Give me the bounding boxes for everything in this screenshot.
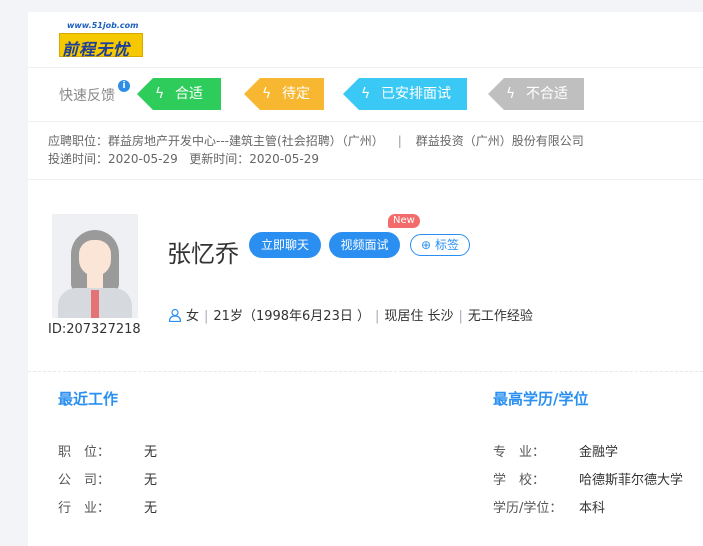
divider: | — [458, 309, 463, 324]
feedback-unsuitable-button[interactable]: ϟ 不合适 — [488, 78, 584, 110]
update-label: 更新时间： — [189, 152, 250, 166]
divider: | — [397, 134, 402, 148]
logo-box: 前程无忧 — [59, 33, 143, 59]
lightning-icon: ϟ — [506, 86, 516, 102]
resume-card: www.51job.com 前程无忧 快速反馈 i ϟ 合适 ϟ 待定 ϟ 已安… — [28, 12, 703, 546]
feedback-suitable-button[interactable]: ϟ 合适 — [137, 78, 221, 110]
application-info: 应聘职位：群益房地产开发中心---建筑主管(社会招聘）（广州） | 群益投资（广州）… — [28, 122, 703, 180]
feedback-pending-button[interactable]: ϟ 待定 — [244, 78, 324, 110]
avatar — [52, 214, 138, 318]
add-tag-label: 标签 — [434, 238, 459, 252]
info-icon[interactable]: i — [118, 80, 130, 92]
chat-now-button[interactable]: 立即聊天 — [249, 232, 321, 258]
header: www.51job.com 前程无忧 — [28, 12, 703, 68]
logo-url: www.51job.com — [67, 21, 139, 30]
position-line: 应聘职位：群益房地产开发中心---建筑主管(社会招聘）（广州） | 群益投资（广州）… — [48, 132, 584, 149]
row-label: 职 位： — [58, 445, 111, 460]
row-label: 行 业： — [58, 501, 111, 516]
education-title: 最高学历/学位 — [493, 390, 589, 408]
residence: 现居住 长沙 — [384, 309, 454, 324]
row-value: 无 — [144, 473, 158, 488]
feedback-tag-label: 合适 — [175, 86, 203, 102]
position-value[interactable]: 群益房地产开发中心---建筑主管(社会招聘）（广州） — [108, 134, 384, 148]
row-value: 哈德斯菲尔德大学 — [579, 473, 684, 488]
recent-work-row: 公 司： 无 — [58, 469, 157, 488]
company-value[interactable]: 群益投资（广州）股份有限公司 — [416, 134, 584, 148]
feedback-tag-label: 已安排面试 — [381, 86, 451, 102]
row-label: 学历/学位： — [493, 501, 563, 516]
video-interview-button[interactable]: 视频面试 — [329, 232, 400, 258]
add-tag-button[interactable]: ⊕ 标签 — [410, 234, 470, 256]
education-row: 学历/学位： 本科 — [493, 497, 605, 516]
row-value: 金融学 — [579, 445, 619, 460]
recent-work-row: 职 位： 无 — [58, 441, 157, 460]
row-label: 公 司： — [58, 473, 111, 488]
user-icon — [168, 308, 182, 322]
age: 21岁（1998年6月23日 ） — [213, 309, 370, 324]
row-value: 无 — [144, 501, 158, 516]
row-label: 专 业： — [493, 445, 546, 460]
lightning-icon: ϟ — [361, 86, 371, 102]
profile-section: ID:207327218 张忆乔 立即聊天 视频面试 New ⊕ 标签 女 | 21… — [28, 180, 703, 372]
gender: 女 — [186, 309, 200, 324]
recent-work-title: 最近工作 — [58, 390, 119, 408]
feedback-tag-label: 待定 — [282, 86, 310, 102]
update-date: 2020-05-29 — [249, 152, 319, 166]
quick-feedback-bar: 快速反馈 i ϟ 合适 ϟ 待定 ϟ 已安排面试 ϟ 不合适 — [28, 68, 703, 122]
plus-icon: ⊕ — [421, 238, 432, 252]
divider: | — [204, 309, 209, 324]
candidate-meta: 女 | 21岁（1998年6月23日 ） | 现居住 长沙 | 无工作经验 — [168, 305, 533, 324]
feedback-tag-label: 不合适 — [526, 86, 568, 102]
candidate-name: 张忆乔 — [167, 240, 239, 268]
education-row: 专 业： 金融学 — [493, 441, 618, 460]
feedback-interview-scheduled-button[interactable]: ϟ 已安排面试 — [343, 78, 467, 110]
row-value: 无 — [144, 445, 158, 460]
education-row: 学 校： 哈德斯菲尔德大学 — [493, 469, 683, 488]
date-line: 投递时间：2020-05-29 更新时间：2020-05-29 — [48, 150, 319, 167]
new-badge: New — [388, 214, 420, 228]
divider: | — [374, 309, 380, 324]
row-label: 学 校： — [493, 473, 546, 488]
quick-feedback-label: 快速反馈 — [59, 88, 115, 104]
row-value: 本科 — [579, 501, 606, 516]
experience: 无工作经验 — [467, 309, 533, 324]
candidate-id: ID:207327218 — [48, 322, 141, 337]
submit-label: 投递时间： — [48, 152, 109, 166]
logo-brand: 前程无忧 — [62, 40, 131, 59]
submit-date: 2020-05-29 — [108, 152, 178, 166]
lightning-icon: ϟ — [155, 86, 165, 102]
position-label: 应聘职位： — [48, 134, 109, 148]
51job-logo[interactable]: www.51job.com 前程无忧 — [59, 21, 143, 59]
lightning-icon: ϟ — [262, 86, 272, 102]
recent-work-row: 行 业： 无 — [58, 497, 157, 516]
